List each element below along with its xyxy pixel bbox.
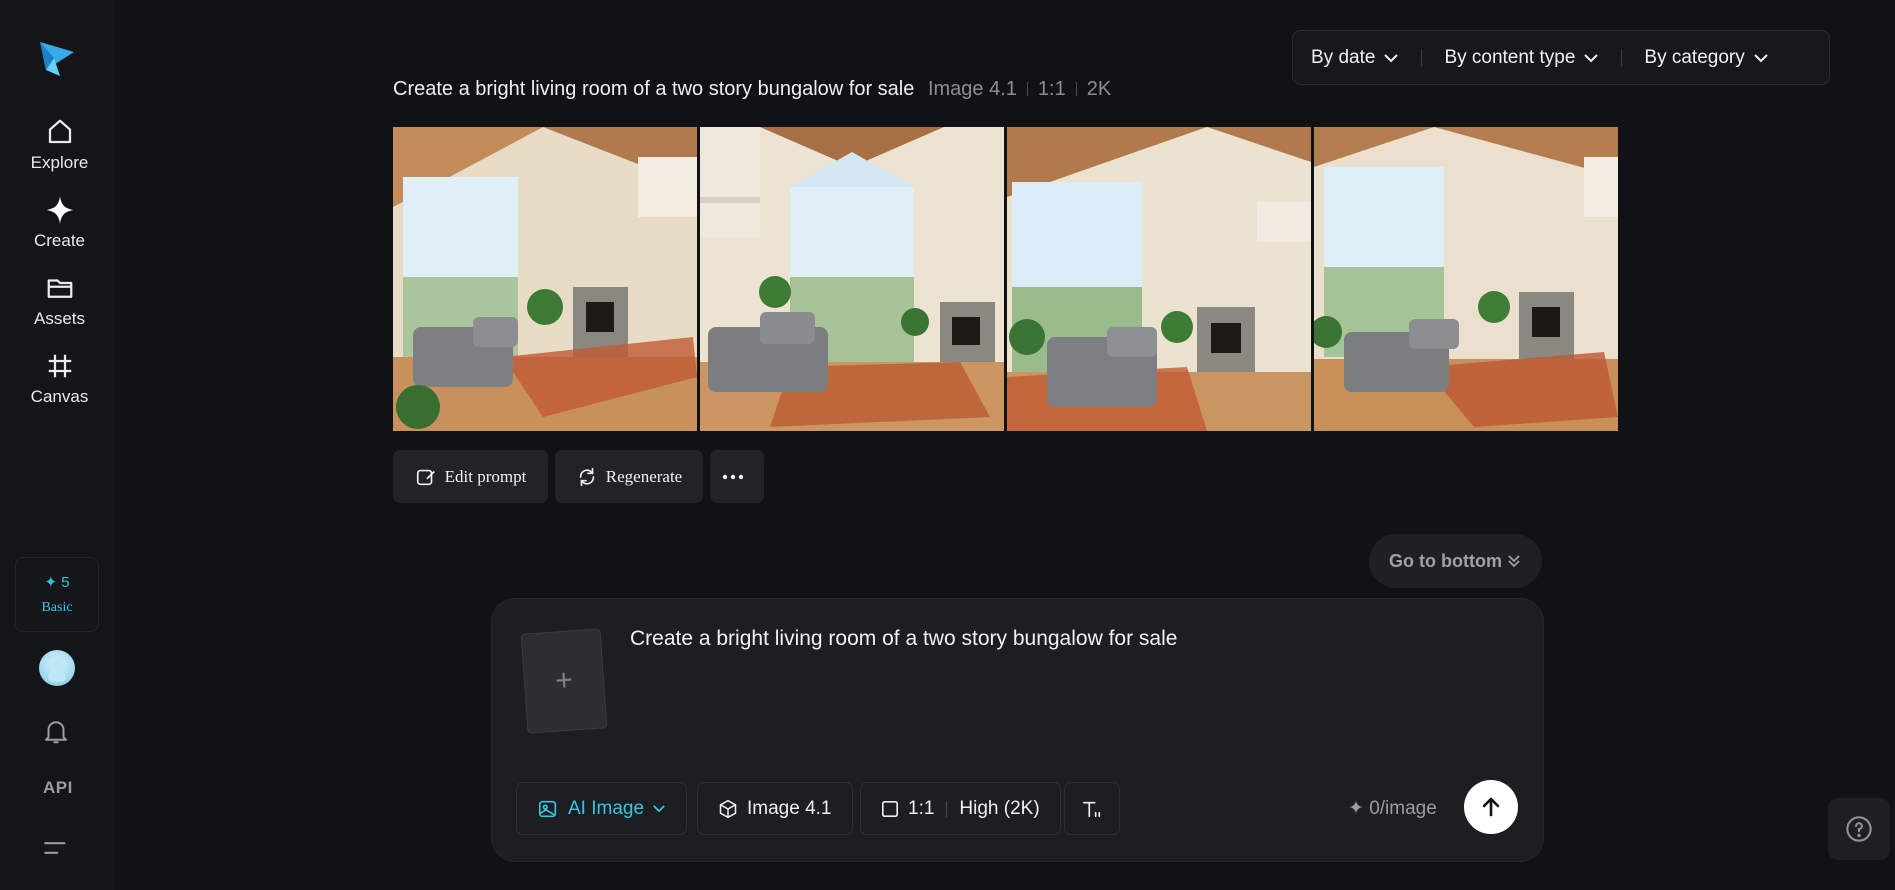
sidebar-item-label: Assets (33, 309, 86, 328)
go-to-bottom-button[interactable]: Go to bottom (1369, 534, 1542, 588)
sparkle-icon: ✦ (1348, 798, 1364, 819)
divider (1075, 82, 1077, 96)
home-icon (48, 119, 71, 144)
help-button[interactable] (1828, 798, 1890, 860)
chevron-down-icon (1384, 53, 1399, 62)
send-button[interactable] (1464, 780, 1518, 834)
generated-image[interactable] (393, 127, 697, 431)
sidebar-item-explore[interactable]: Explore (0, 117, 119, 173)
button-label: Regenerate (605, 466, 683, 486)
text-style-icon (1083, 801, 1101, 817)
divider (1026, 82, 1028, 96)
credit-cost: ✦ 0/image (1348, 797, 1437, 820)
sidebar: Explore Create Assets Canvas ✦ 5 Basic A… (0, 0, 114, 890)
double-chevron-down-icon (1508, 555, 1520, 568)
divider (946, 800, 948, 817)
generated-image[interactable] (700, 127, 1004, 431)
model-label: Image 4.1 (747, 797, 832, 819)
credits-badge[interactable]: ✦ 5 Basic (15, 557, 99, 632)
filter-label: By date (1311, 46, 1376, 68)
generated-image[interactable] (1007, 127, 1311, 431)
filter-label: By content type (1444, 46, 1576, 68)
edit-icon (416, 469, 435, 485)
generation-model: Image 4.1 (927, 78, 1017, 100)
menu-icon[interactable] (41, 836, 71, 865)
button-label: Edit prompt (444, 466, 527, 486)
api-link[interactable]: API (43, 778, 73, 798)
cost-label: 0/image (1369, 798, 1437, 819)
canvas-grid-icon (48, 354, 71, 378)
sidebar-item-label: Create (33, 231, 86, 250)
cube-icon (719, 799, 737, 818)
regenerate-button[interactable]: Regenerate (555, 450, 703, 503)
credits-count: 5 (61, 574, 70, 591)
button-label: Go to bottom (1389, 550, 1502, 571)
edit-prompt-button[interactable]: Edit prompt (393, 450, 548, 503)
filter-by-date[interactable]: By date (1311, 47, 1399, 69)
avatar[interactable] (39, 650, 75, 686)
generated-image[interactable] (1314, 127, 1618, 431)
ratio-quality-selector[interactable]: 1:1 High (2K) (860, 782, 1061, 835)
refresh-icon (579, 467, 595, 486)
sidebar-item-create[interactable]: Create (0, 195, 119, 251)
mode-selector[interactable]: AI Image (516, 782, 688, 835)
sidebar-item-label: Explore (30, 153, 89, 172)
help-icon (1846, 816, 1872, 842)
filter-by-category[interactable]: By category (1644, 47, 1768, 69)
plus-icon: + (554, 663, 574, 698)
prompt-input[interactable]: Create a bright living room of a two sto… (630, 627, 1177, 651)
more-icon (722, 474, 744, 479)
image-icon (538, 800, 557, 817)
model-selector[interactable]: Image 4.1 (697, 782, 853, 835)
prompt-composer: + Create a bright living room of a two s… (491, 598, 1544, 862)
generation-header: Create a bright living room of a two sto… (393, 78, 1111, 101)
generation-prompt: Create a bright living room of a two sto… (393, 78, 915, 100)
add-reference-image-button[interactable]: + (520, 628, 608, 734)
chevron-down-icon (1754, 53, 1768, 62)
arrow-up-icon (1482, 797, 1500, 817)
sparkle-icon: ✦ (44, 574, 58, 591)
generation-ratio: 1:1 (1037, 78, 1066, 100)
filter-label: By category (1644, 46, 1745, 68)
filter-bar: By date By content type By category (1292, 30, 1830, 85)
sidebar-item-label: Canvas (30, 387, 89, 406)
chevron-down-icon (653, 805, 665, 813)
generated-images (393, 127, 1618, 431)
chevron-down-icon (1584, 53, 1599, 62)
filter-by-content-type[interactable]: By content type (1444, 47, 1599, 69)
app-logo[interactable] (36, 38, 78, 80)
folder-icon (47, 279, 72, 298)
bell-icon[interactable] (41, 716, 71, 751)
divider (1621, 48, 1623, 67)
plan-tier: Basic (41, 600, 73, 615)
aspect-ratio-icon (881, 800, 899, 817)
generation-resolution: 2K (1086, 78, 1112, 100)
quality-label: High (2K) (959, 797, 1040, 819)
more-options-button[interactable] (710, 450, 764, 503)
sidebar-item-assets[interactable]: Assets (0, 273, 119, 329)
ratio-label: 1:1 (908, 797, 935, 819)
divider (1421, 48, 1423, 67)
text-style-button[interactable] (1064, 782, 1120, 835)
sidebar-item-canvas[interactable]: Canvas (0, 351, 119, 407)
mode-label: AI Image (568, 797, 645, 819)
sparkle-icon (45, 196, 74, 224)
